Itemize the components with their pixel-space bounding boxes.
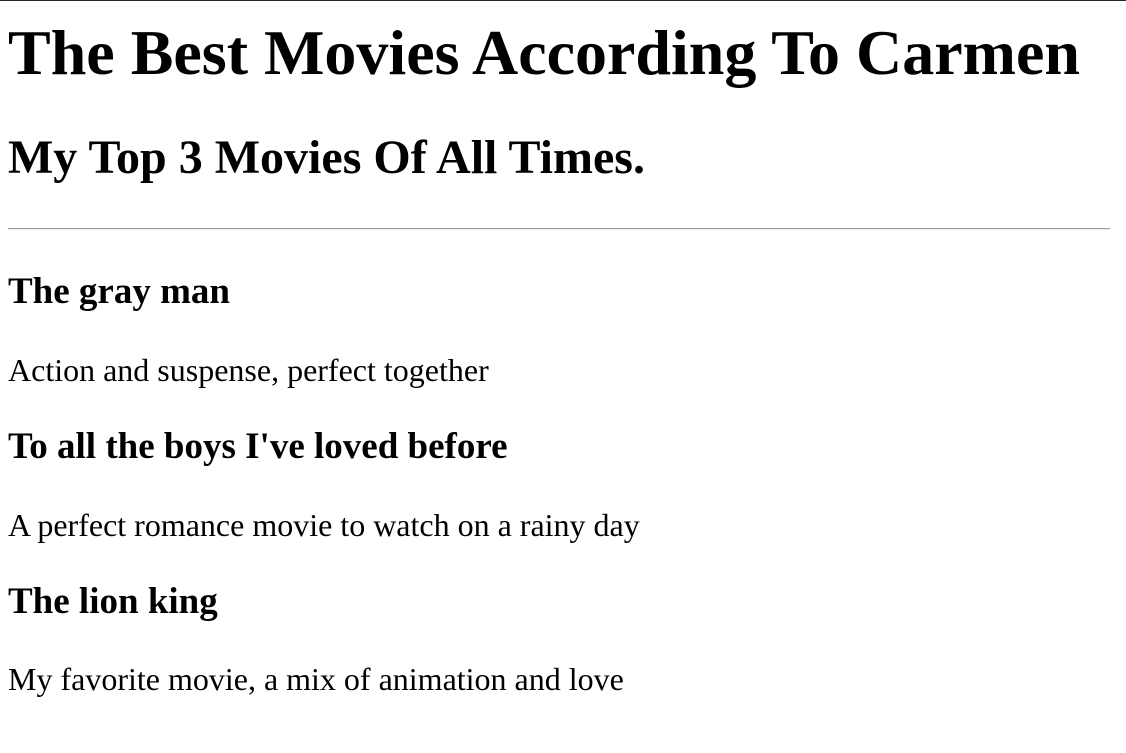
- movie-description: Action and suspense, perfect together: [8, 352, 489, 388]
- page-subtitle: My Top 3 Movies Of All Times.: [8, 131, 645, 184]
- page-title: The Best Movies According To Carmen: [8, 17, 1080, 88]
- movie-title: The lion king: [8, 581, 218, 622]
- divider: [8, 228, 1110, 230]
- movie-description: My favorite movie, a mix of animation an…: [8, 661, 624, 697]
- movie-title: To all the boys I've loved before: [8, 426, 508, 467]
- movie-title: The gray man: [8, 271, 230, 312]
- top-border: [0, 0, 1126, 1]
- movie-description: A perfect romance movie to watch on a ra…: [8, 507, 640, 543]
